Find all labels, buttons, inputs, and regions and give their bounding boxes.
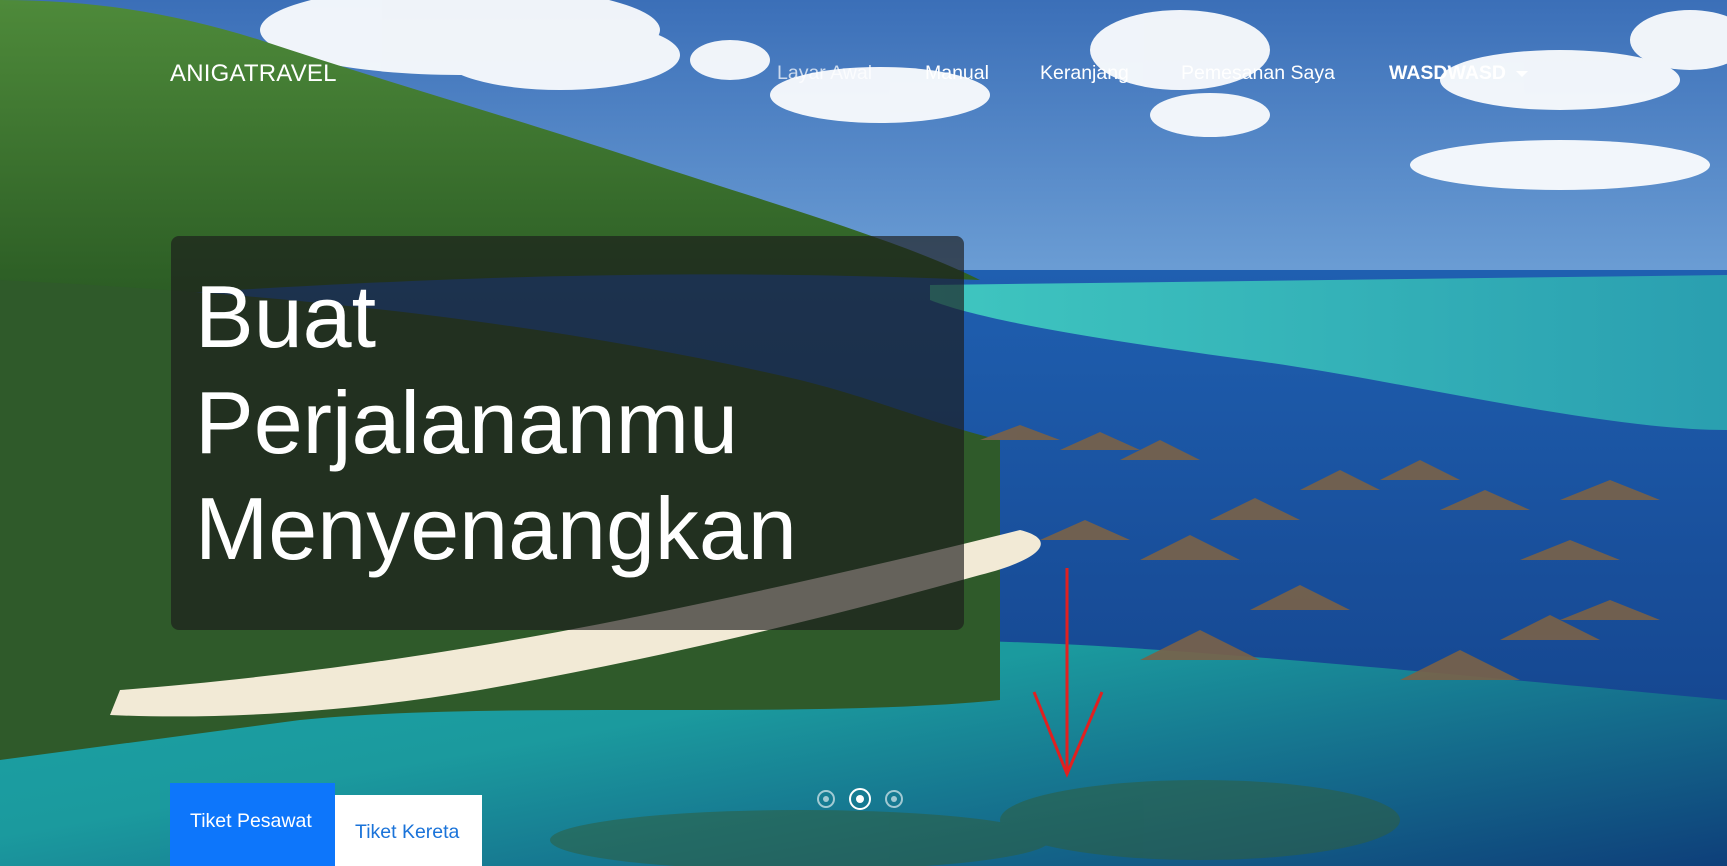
nav-item-layar-awal[interactable]: Layar Awal xyxy=(777,62,872,85)
brand-logo[interactable]: ANIGATRAVEL xyxy=(170,60,337,88)
carousel-indicators xyxy=(817,788,917,814)
nav-item-pemesanan-saya[interactable]: Pemesanan Saya xyxy=(1181,62,1335,85)
tab-label: Tiket Pesawat xyxy=(190,810,312,832)
nav-item-manual[interactable]: Manual xyxy=(925,62,989,85)
tab-tiket-kereta[interactable]: Tiket Kereta xyxy=(335,795,482,866)
user-dropdown-label: WASDWASD xyxy=(1389,62,1506,84)
tab-label: Tiket Kereta xyxy=(355,821,460,843)
carousel-dot[interactable] xyxy=(885,790,903,808)
headline-line: Perjalananmu xyxy=(195,373,738,472)
carousel-dot[interactable] xyxy=(817,790,835,808)
hero-headline: Buat Perjalananmu Menyenangkan xyxy=(195,264,797,582)
headline-line: Buat xyxy=(195,267,377,366)
tab-tiket-pesawat[interactable]: Tiket Pesawat xyxy=(170,783,335,866)
nav-item-keranjang[interactable]: Keranjang xyxy=(1040,62,1129,85)
user-dropdown-toggle[interactable]: WASDWASD xyxy=(1389,62,1528,85)
headline-line: Menyenangkan xyxy=(195,479,797,578)
carousel-dot-active[interactable] xyxy=(849,788,871,810)
arrow-down-icon xyxy=(1032,568,1104,778)
hero-headline-box: Buat Perjalananmu Menyenangkan xyxy=(171,236,964,630)
navbar: ANIGATRAVEL Layar Awal Manual Keranjang … xyxy=(0,0,1727,146)
caret-down-icon xyxy=(1516,70,1528,77)
